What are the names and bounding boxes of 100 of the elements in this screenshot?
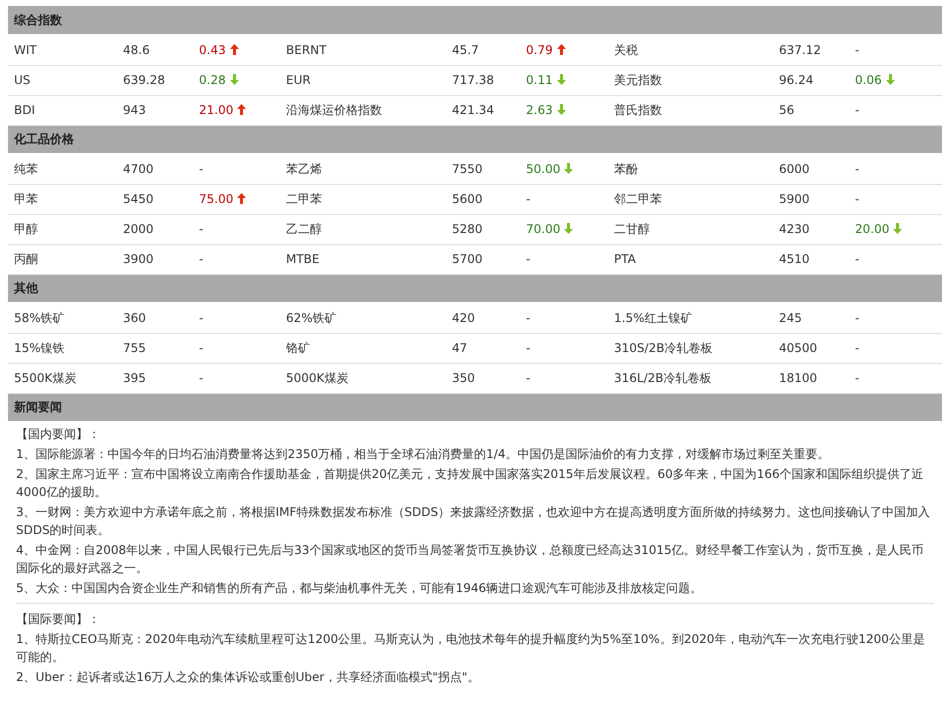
change-value: - <box>199 371 204 385</box>
item-name: 乙二醇 <box>286 222 322 236</box>
change-value: - <box>855 371 860 385</box>
change-value: 50.00 <box>526 162 560 176</box>
item-value: 4510 <box>779 252 810 266</box>
change-value: - <box>199 162 204 176</box>
item-name: US <box>14 73 30 87</box>
item-value: 47 <box>452 341 468 355</box>
change-value: 75.00 <box>199 192 234 206</box>
news-item: 4、中金网：自2008年以来，中国人民银行已先后与33个国家或地区的货币当局签署货币互换协议，总额度已经高达31015亿。财经早餐工作室认为，货币互换，是人民币国际化的最好武器之一。 <box>16 542 925 576</box>
change-value: 21.00 <box>199 103 234 117</box>
change-value: - <box>526 341 530 355</box>
item-value: 40500 <box>779 341 818 355</box>
item-name: 普氏指数 <box>614 103 662 117</box>
change-value: - <box>855 162 860 176</box>
item-value: 45.7 <box>452 43 479 58</box>
news-item: 3、一财网：美方欢迎中方承诺年底之前，将根据IMF特殊数据发布标准（SDDS）来披露经济数据，也欢迎中方在提高透明度方面所做的持续努力。这也间接确认了中国加入SDDS的时间表。 <box>16 504 932 538</box>
item-value: 5900 <box>779 192 810 206</box>
item-value: 717.38 <box>452 73 494 87</box>
section-title: 其他 <box>14 281 38 296</box>
item-value: 395 <box>123 371 146 385</box>
change-value: - <box>199 341 204 355</box>
item-value: 943 <box>123 103 146 117</box>
change-value: - <box>199 252 204 266</box>
news-item: 2、Uber：起诉者或达16万人之众的集体诉讼或重创Uber，共享经济面临模式"拐点"。 <box>16 668 480 686</box>
change-value: - <box>199 311 204 326</box>
item-name: 58%铁矿 <box>14 311 65 326</box>
item-name: 丙酮 <box>14 252 38 266</box>
item-value: 48.6 <box>123 43 150 58</box>
news-item: 1、特斯拉CEO马斯克：2020年电动汽车续航里程可达1200公里。马斯克认为，电池技术每年的提升幅度约为5%至10%。到2020年，电动汽车一次充电行驶1200公里是可能的。 <box>16 630 926 666</box>
change-value: - <box>855 192 860 206</box>
item-value: 18100 <box>779 371 818 385</box>
change-value: - <box>526 192 530 206</box>
change-value: - <box>526 311 530 326</box>
item-value: 4700 <box>123 162 154 176</box>
item-name: 316L/2B冷轧卷板 <box>614 371 712 385</box>
section-title: 新闻要闻 <box>14 400 62 414</box>
item-name: 1.5%红土镍矿 <box>614 311 692 326</box>
change-value: 70.00 <box>526 222 560 236</box>
item-value: 56 <box>779 103 794 117</box>
news-item: 2、国家主席习近平：宣布中国将设立南南合作援助基金，首期提供20亿美元，支持发展中国家落实2015年后发展议程。60多年来，中国为166个国家和国际组织提供了近4000亿的援助。 <box>16 466 925 500</box>
item-value: 5600 <box>452 192 483 206</box>
item-value: 4230 <box>779 222 810 236</box>
item-name: WIT <box>14 43 37 58</box>
item-value: 3900 <box>123 252 154 266</box>
news-group-heading: 【国际要闻】： <box>16 610 101 628</box>
section-title: 综合指数 <box>14 13 62 27</box>
item-name: PTA <box>614 252 636 266</box>
change-value: - <box>855 103 860 117</box>
item-name: 5000K煤炭 <box>286 371 348 385</box>
item-name: BDI <box>14 103 36 117</box>
item-name: 二甘醇 <box>614 222 650 236</box>
item-value: 5700 <box>452 252 483 266</box>
change-value: 0.79 <box>526 43 553 58</box>
item-value: 2000 <box>123 222 154 236</box>
item-name: 美元指数 <box>614 73 662 87</box>
change-value: 2.63 <box>526 103 553 117</box>
item-name: 关税 <box>614 43 638 58</box>
item-name: 铬矿 <box>286 341 310 355</box>
item-name: 甲苯 <box>14 192 38 206</box>
news-item: 5、大众：中国国内合资企业生产和销售的所有产品，都与柴油机事件无关，可能有1946辆进口途观汽车可能涉及排放核定问题。 <box>16 580 704 596</box>
change-value: 0.43 <box>199 43 226 58</box>
item-value: 637.12 <box>779 43 821 58</box>
item-name: 5500K煤炭 <box>14 371 76 385</box>
item-value: 639.28 <box>123 73 165 87</box>
item-value: 245 <box>779 311 802 326</box>
item-value: 6000 <box>779 162 810 176</box>
item-name: 沿海煤运价格指数 <box>286 103 382 117</box>
section-title: 化工品价格 <box>14 132 74 146</box>
item-value: 7550 <box>452 162 483 176</box>
item-value: 96.24 <box>779 73 814 87</box>
item-value: 421.34 <box>452 103 494 117</box>
item-name: BERNT <box>286 43 326 58</box>
change-value: 20.00 <box>855 222 890 236</box>
item-name: MTBE <box>286 252 320 266</box>
item-name: 62%铁矿 <box>286 311 337 326</box>
change-value: - <box>855 311 860 326</box>
item-name: 苯乙烯 <box>286 162 322 176</box>
change-value: 0.11 <box>526 73 553 87</box>
item-value: 5450 <box>123 192 154 206</box>
item-name: 二甲苯 <box>286 192 322 206</box>
change-value: - <box>855 43 860 58</box>
item-name: 15%镍铁 <box>14 341 65 355</box>
item-value: 5280 <box>452 222 483 236</box>
change-value: - <box>526 371 530 385</box>
change-value: 0.28 <box>199 73 226 87</box>
item-name: 苯酚 <box>614 162 638 176</box>
news-group-heading: 【国内要闻】： <box>16 426 101 442</box>
change-value: - <box>855 341 860 355</box>
item-value: 350 <box>452 371 475 385</box>
change-value: - <box>526 252 530 266</box>
item-value: 420 <box>452 311 475 326</box>
change-value: - <box>855 252 860 266</box>
change-value: - <box>199 222 204 236</box>
item-name: 纯苯 <box>14 162 38 176</box>
item-value: 755 <box>123 341 146 355</box>
item-name: 310S/2B冷轧卷板 <box>614 341 712 355</box>
item-name: 甲醇 <box>14 222 38 236</box>
item-value: 360 <box>123 311 146 326</box>
news-item: 1、国际能源署：中国今年的日均石油消费量将达到2350万桶，相当于全球石油消费量的1/4。中国仍是国际油价的有力支撑，对缓解市场过剩至关重要。 <box>16 446 830 462</box>
